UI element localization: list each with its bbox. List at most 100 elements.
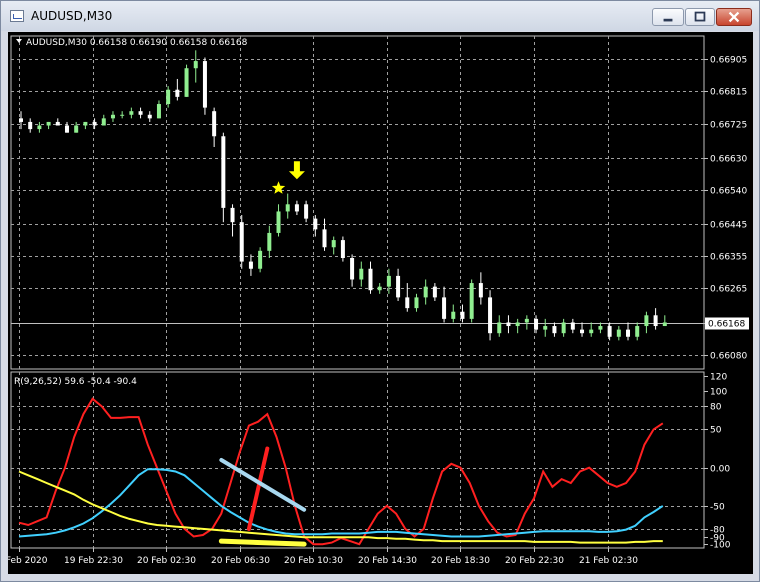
time-label: 19 Feb 2020 (8, 556, 48, 566)
candle-body (248, 261, 253, 269)
close-icon (728, 11, 740, 23)
candle-body (74, 125, 79, 133)
candle-body (626, 329, 631, 337)
indicator-pane[interactable]: 12010080500.00-50-80-90-100 (10, 371, 731, 551)
chart-canvas[interactable]: 0.66905 0.66815 0.66725 0.66630 0.66540 0.664… (0, 32, 753, 574)
chart-area[interactable]: 0.66905 0.66815 0.66725 0.66630 0.66540 0.664… (0, 32, 753, 574)
hand-stroke-red (246, 446, 270, 531)
candle-body (221, 136, 226, 208)
candle-body (534, 318, 539, 330)
candle-body (469, 283, 474, 319)
down-arrow-icon (288, 161, 305, 180)
candle-body (635, 326, 640, 337)
indicator-tick-label: 0.00 (710, 465, 730, 475)
price-tick-label: 0.66725 (710, 121, 747, 131)
candle-body (570, 322, 575, 330)
candle-body (83, 121, 88, 126)
candle-body (46, 121, 51, 126)
time-label: 21 Feb 02:30 (579, 556, 638, 566)
candle-body (193, 61, 198, 69)
price-tick-label: 0.66815 (710, 88, 747, 98)
indicator-pane-border (10, 371, 705, 549)
indicator-label: R(9,26,52) 59.6 -50.4 -90.4 (14, 377, 137, 387)
candle-body (294, 204, 299, 212)
candle-body (543, 326, 548, 330)
time-label: 20 Feb 14:30 (358, 556, 417, 566)
candle-body (644, 315, 649, 327)
candle-body (313, 218, 318, 230)
price-pane[interactable]: 0.66905 0.66815 0.66725 0.66630 0.66540 0.664… (10, 35, 749, 370)
candle-body (451, 311, 456, 319)
candle-body (423, 286, 428, 298)
candle-body (239, 222, 244, 262)
price-pane-border (10, 35, 705, 370)
candle-body (368, 268, 373, 291)
title-bar[interactable]: AUDUSD,M30 (1, 1, 759, 31)
candle-body (662, 322, 667, 327)
current-price-label: 0.66168 (708, 320, 745, 330)
candle-body (285, 204, 290, 212)
candle-body (359, 268, 364, 280)
candle-body (478, 283, 483, 298)
time-label: 20 Feb 02:30 (137, 556, 196, 566)
candle-body (55, 121, 60, 126)
candle-body (212, 111, 217, 137)
close-button[interactable] (716, 8, 752, 26)
hand-stroke-yellow (218, 538, 307, 547)
candle-body (386, 275, 391, 287)
candle-body (607, 326, 612, 337)
indicator-tick-label: 80 (710, 403, 722, 413)
candle-body (377, 286, 382, 291)
candle-body (506, 322, 511, 327)
time-label: 20 Feb 18:30 (431, 556, 490, 566)
candle-body (156, 104, 161, 119)
indicator-tick-label: 120 (710, 373, 727, 383)
candle-body (166, 89, 171, 105)
candle-body (175, 89, 180, 97)
candle-body (488, 297, 493, 334)
minimize-button[interactable] (652, 8, 684, 26)
time-axis: 19 Feb 2020 19 Feb 22:30 20 Feb 02:30 20 Fe… (0, 548, 638, 566)
candle-body (28, 121, 33, 130)
symbol-menu-triangle-icon[interactable] (16, 39, 22, 43)
indicator-tick-label: -100 (710, 541, 731, 551)
candle-body (120, 114, 125, 116)
maximize-icon (694, 11, 706, 22)
indicator-series-red (18, 397, 664, 546)
candle-body (497, 322, 502, 334)
time-label: 20 Feb 10:30 (284, 556, 343, 566)
symbol-ohlc-header: AUDUSD,M30 0.66158 0.66190 0.66158 0.661… (26, 38, 248, 48)
candle-body (110, 114, 115, 119)
candle-body (184, 68, 189, 97)
candle-body (432, 286, 437, 298)
chart-window-icon (10, 10, 24, 22)
candle-body (147, 114, 152, 119)
candle-body (19, 118, 23, 122)
indicator-tick-label: 100 (710, 388, 727, 398)
candle-body (92, 121, 97, 126)
candle-body (616, 329, 621, 337)
candle-body (460, 311, 465, 319)
time-label: 20 Feb 22:30 (505, 556, 564, 566)
candle-body (64, 125, 69, 133)
candle-body (396, 275, 401, 298)
price-tick-label: 0.66630 (710, 155, 747, 165)
terminal-chart-window: AUDUSD,M30 0.66905 0.66815 0.66725 0.66630 0… (0, 0, 760, 582)
candle-body (37, 125, 42, 130)
window-title: AUDUSD,M30 (31, 9, 113, 23)
candle-body (202, 61, 207, 108)
candle-body (552, 326, 557, 334)
price-tick-label: 0.66905 (710, 56, 747, 66)
candle-body (129, 111, 134, 115)
candle-body (598, 326, 603, 330)
maximize-button[interactable] (685, 8, 715, 26)
candle-body (515, 322, 520, 327)
candle-body (258, 250, 263, 269)
indicator-series-cyan (18, 468, 664, 538)
candle-body (322, 229, 327, 248)
price-tick-label: 0.66355 (710, 253, 747, 263)
candle-body (580, 329, 585, 334)
price-tick-label: 0.66540 (710, 187, 747, 197)
candle-body (653, 315, 658, 327)
candle-body (331, 240, 336, 248)
